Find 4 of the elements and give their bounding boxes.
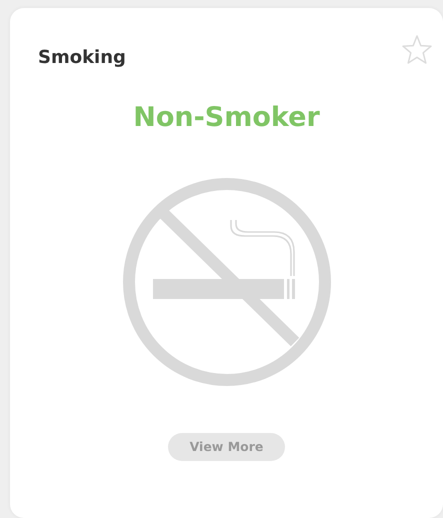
status-text: Non-Smoker xyxy=(132,101,321,135)
favorite-star-icon[interactable] xyxy=(401,34,433,66)
card-title: Smoking xyxy=(38,46,126,70)
view-more-button[interactable]: View More xyxy=(168,432,286,462)
